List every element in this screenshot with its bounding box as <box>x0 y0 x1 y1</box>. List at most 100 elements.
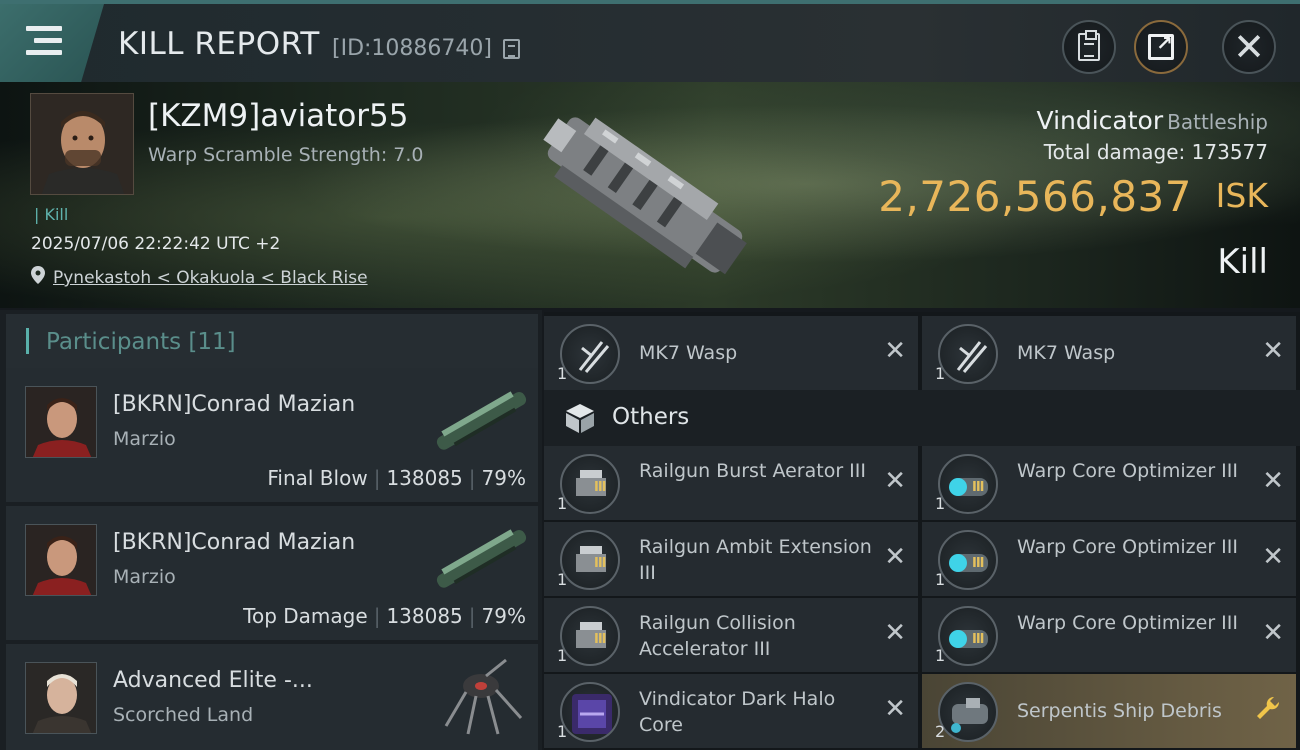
isk-unit: ISK <box>1215 176 1268 215</box>
participant-ship: Marzio <box>113 566 176 588</box>
close-button[interactable]: ✕ <box>1222 20 1276 74</box>
participant-name: [BKRN]Conrad Mazian <box>113 392 356 417</box>
item-row[interactable]: III 1 Warp Core Optimizer III ✕ <box>922 522 1296 596</box>
drone-icon <box>938 324 998 384</box>
victim-portrait[interactable] <box>30 93 134 195</box>
item-name: Warp Core Optimizer III <box>1017 536 1238 558</box>
participant-ship-image <box>444 658 523 735</box>
item-row[interactable]: III 1 Railgun Burst Aerator III ✕ <box>544 446 918 520</box>
copy-icon[interactable] <box>503 39 520 59</box>
participant-avatar <box>25 524 97 596</box>
participant-avatar <box>25 662 97 734</box>
wrench-icon[interactable] <box>1254 694 1282 722</box>
isk-value: 2,726,566,837 <box>878 172 1192 221</box>
clipboard-icon <box>1078 30 1100 61</box>
remove-icon[interactable]: ✕ <box>884 544 906 570</box>
tier-badge: III <box>594 556 606 571</box>
remove-icon[interactable]: ✕ <box>1262 468 1284 494</box>
remove-icon[interactable]: ✕ <box>884 620 906 646</box>
item-name: Warp Core Optimizer III <box>1017 612 1238 634</box>
victim-ship[interactable]: Vindicator Battleship <box>1037 106 1268 135</box>
result-label: Kill <box>1217 242 1268 282</box>
item-row[interactable]: 1 Vindicator Dark Halo Core ✕ <box>544 674 918 748</box>
remove-icon[interactable]: ✕ <box>884 468 906 494</box>
railgun-rig-icon <box>560 530 620 590</box>
clipboard-button[interactable] <box>1062 20 1116 74</box>
item-qty: 1 <box>557 364 568 383</box>
remove-icon[interactable]: ✕ <box>884 696 906 722</box>
item-qty: 1 <box>935 646 946 665</box>
victim-banner: [KZM9]aviator55 Warp Scramble Strength: … <box>0 82 1300 308</box>
item-name: Serpentis Ship Debris <box>1017 700 1222 722</box>
participant-damage: 138085 <box>386 466 463 490</box>
participant-row[interactable]: Advanced Elite -... Scorched Land <box>6 644 538 750</box>
item-row-highlighted[interactable]: 2 Serpentis Ship Debris <box>922 674 1296 748</box>
item-name: Railgun Collision Accelerator III <box>639 612 796 660</box>
railgun-rig-icon <box>560 606 620 666</box>
total-damage-value: 173577 <box>1191 140 1268 164</box>
kill-timestamp: 2025/07/06 22:22:42 UTC +2 <box>31 234 281 254</box>
participant-name: [BKRN]Conrad Mazian <box>113 530 356 555</box>
page-title: KILL REPORT <box>118 26 320 62</box>
ship-name: Vindicator <box>1036 106 1164 135</box>
item-row[interactable]: 1 MK7 Wasp ✕ <box>544 316 918 390</box>
participants-panel: Participants [11] [BKRN]Conrad Mazian Ma… <box>0 310 542 750</box>
participant-percent: 79% <box>481 466 526 490</box>
participant-row[interactable]: [BKRN]Conrad Mazian Marzio Final Blow | 13… <box>6 368 538 502</box>
item-name: Warp Core Optimizer III <box>1017 460 1238 482</box>
victim-name[interactable]: [KZM9]aviator55 <box>148 98 409 134</box>
item-qty: 1 <box>935 494 946 513</box>
participant-ship-image <box>436 529 527 588</box>
participant-stats: Top Damage | 138085 | 79% <box>243 604 526 628</box>
item-name: MK7 Wasp <box>1017 342 1116 364</box>
menu-button[interactable] <box>0 4 104 82</box>
remove-icon[interactable]: ✕ <box>884 338 906 364</box>
total-damage-label: Total damage: <box>1043 140 1186 164</box>
total-damage: Total damage: 173577 <box>1044 140 1268 164</box>
item-qty: 1 <box>935 570 946 589</box>
item-row[interactable]: III 1 Railgun Collision Accelerator III … <box>544 598 918 672</box>
cargo-box-icon <box>566 404 594 433</box>
participant-role: Top Damage <box>243 604 368 628</box>
close-icon: ✕ <box>1233 25 1265 69</box>
remove-icon[interactable]: ✕ <box>1262 544 1284 570</box>
item-row[interactable]: III 1 Warp Core Optimizer III ✕ <box>922 598 1296 672</box>
remove-icon[interactable]: ✕ <box>1262 338 1284 364</box>
tier-badge: III <box>594 480 606 495</box>
participant-row[interactable]: [BKRN]Conrad Mazian Marzio Top Damage | 13… <box>6 506 538 640</box>
item-name: Railgun Ambit Extension III <box>639 536 872 584</box>
item-qty: 2 <box>935 722 946 741</box>
report-id: [ID:10886740] <box>332 36 492 61</box>
tier-badge: III <box>972 632 984 647</box>
remove-icon[interactable]: ✕ <box>1262 620 1284 646</box>
ship-debris-icon <box>938 682 998 742</box>
header-accent <box>26 328 29 354</box>
participant-percent: 79% <box>481 604 526 628</box>
participant-damage: 138085 <box>386 604 463 628</box>
share-button[interactable] <box>1134 20 1188 74</box>
others-title: Others <box>612 404 690 430</box>
item-row[interactable]: 1 MK7 Wasp ✕ <box>922 316 1296 390</box>
item-name: MK7 Wasp <box>639 342 738 364</box>
tier-badge: III <box>594 632 606 647</box>
item-qty: 1 <box>557 494 568 513</box>
participant-avatar <box>25 386 97 458</box>
item-qty: 1 <box>557 570 568 589</box>
kill-tag: | Kill <box>34 205 69 224</box>
ship-class: Battleship <box>1167 110 1268 134</box>
items-panel: 1 MK7 Wasp ✕ 1 MK7 Wasp ✕ Others III 1 R… <box>544 312 1300 750</box>
participant-stats: Final Blow | 138085 | 79% <box>267 466 526 490</box>
victim-ship-image <box>543 117 747 275</box>
item-qty: 1 <box>557 722 568 741</box>
item-row[interactable]: III 1 Railgun Ambit Extension III ✕ <box>544 522 918 596</box>
item-row[interactable]: III 1 Warp Core Optimizer III ✕ <box>922 446 1296 520</box>
hamburger-icon <box>26 26 62 56</box>
dark-halo-core-icon <box>560 682 620 742</box>
warp-optimizer-icon <box>938 530 998 590</box>
warp-optimizer-icon <box>938 454 998 514</box>
participants-title: Participants [11] <box>46 329 236 355</box>
participants-header[interactable]: Participants [11] <box>6 314 538 370</box>
title-bar: KILL REPORT [ID:10886740] ✕ <box>0 0 1300 82</box>
others-section-header[interactable]: Others <box>544 390 1300 446</box>
location-link[interactable]: Pynekastoh < Okakuola < Black Rise <box>53 268 368 288</box>
